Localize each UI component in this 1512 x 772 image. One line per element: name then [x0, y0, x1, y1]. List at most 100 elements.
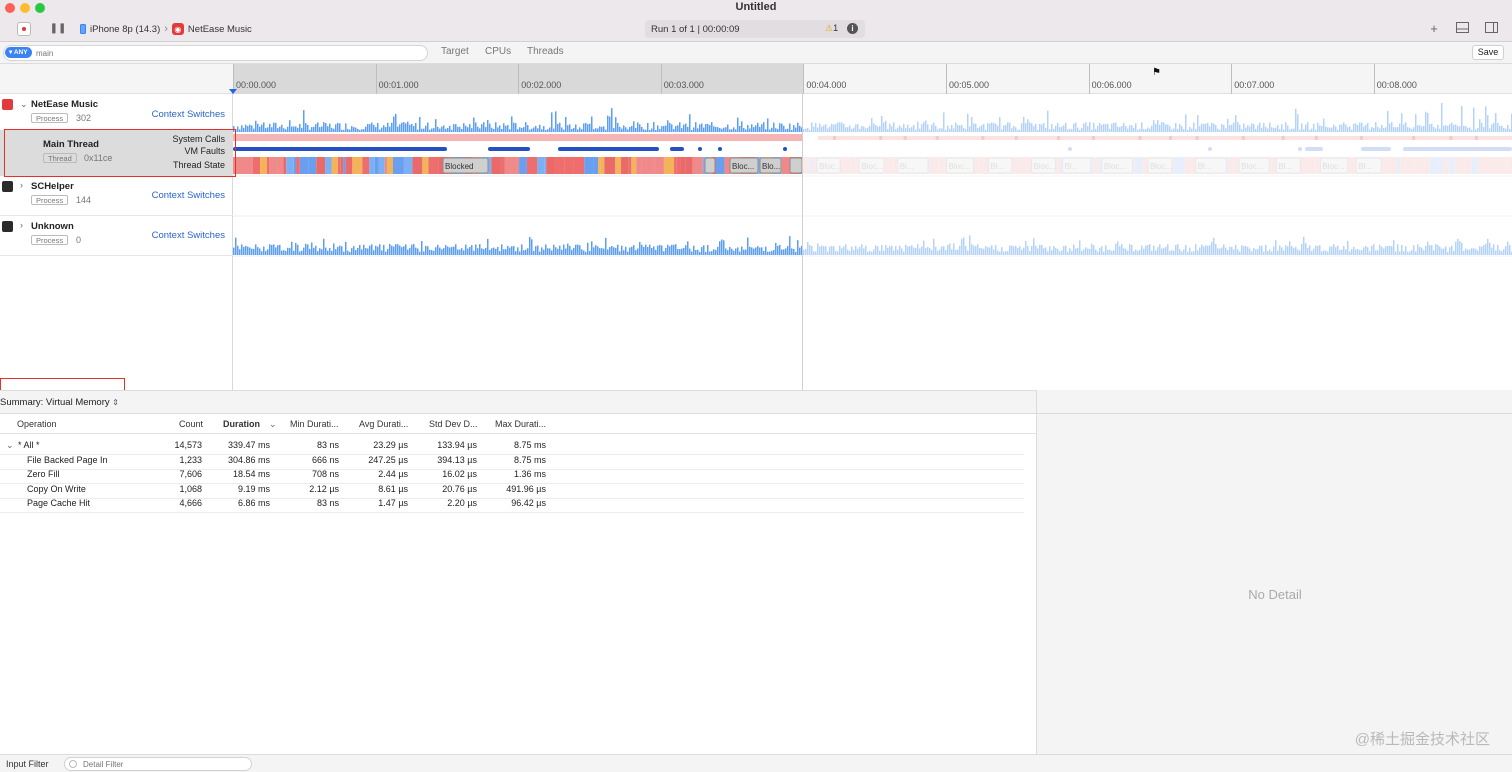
- tab-cpus[interactable]: CPUs: [485, 46, 511, 57]
- track-filter-input[interactable]: [3, 45, 428, 61]
- watermark: @稀土掘金技术社区: [1354, 731, 1490, 748]
- process-name: Unknown: [31, 221, 74, 232]
- value-cell: 1.36 ms: [513, 469, 546, 479]
- column-std-dev-duration[interactable]: Std Dev D...: [429, 419, 478, 429]
- detail-filter-input[interactable]: [64, 757, 252, 771]
- flag-icon[interactable]: ⚑: [1152, 67, 1161, 78]
- thread-state-segment: [428, 157, 439, 174]
- value-cell: 339.47 ms: [227, 440, 270, 450]
- toggle-bottom-panel-icon[interactable]: [1455, 22, 1469, 36]
- value-cell: 23.29 µs: [373, 440, 408, 450]
- summary-selector[interactable]: Summary: Virtual Memory ⇕: [0, 397, 119, 408]
- table-row[interactable]: File Backed Page In 1,233 304.86 ms 666 ns 2…: [0, 455, 1024, 469]
- chevron-right-icon[interactable]: ›: [20, 180, 23, 190]
- thread-state-segment: [652, 157, 655, 174]
- process-badge: Process: [31, 113, 69, 123]
- value-cell: 9.19 ms: [237, 483, 270, 494]
- process-name: SCHelper: [31, 181, 74, 192]
- column-min-duration[interactable]: Min Durati...: [290, 419, 339, 429]
- detail-panel: No Detail: [1036, 390, 1512, 754]
- row-divider: [0, 512, 1024, 513]
- up-down-chevron-icon: ⇕: [112, 398, 119, 407]
- tab-target[interactable]: Target: [441, 46, 469, 57]
- toggle-right-panel-icon[interactable]: [1484, 22, 1498, 36]
- ruler-tick: [1088, 64, 1090, 94]
- ruler-tick: [1373, 64, 1375, 94]
- summary-table: Operation Count Duration ⌄ Min Durati...…: [0, 414, 1036, 754]
- value-cell: 708 ns: [311, 469, 339, 479]
- value-cell: 96.42 µs: [511, 498, 546, 508]
- value-cell: 83 ns: [316, 498, 339, 508]
- chevron-down-icon[interactable]: ⌄: [20, 99, 28, 110]
- ruler-tick: [375, 64, 377, 94]
- thread-state-segment: [674, 157, 677, 174]
- title-bar: Untitled ❚❚ iPhone 8p (14.3) › ◉ NetEase…: [0, 0, 1512, 42]
- column-avg-duration[interactable]: Avg Durati...: [359, 419, 408, 429]
- thread-state-segment: [362, 157, 370, 174]
- context-switches-link[interactable]: Context Switches: [152, 230, 225, 241]
- table-row[interactable]: Copy On Write 1,068 9.19 ms 2.12 µs 8.61 µs 2…: [0, 484, 1024, 498]
- table-row[interactable]: Zero Fill 7,606 18.54 ms 708 ns 2.44 µs 16.02…: [0, 469, 1024, 483]
- context-switches-link[interactable]: Context Switches: [152, 109, 225, 120]
- thread-state-segment: [504, 157, 511, 174]
- detail-header: [1037, 390, 1512, 414]
- track-schelper[interactable]: › SCHelper Process 144 Context Switches: [0, 176, 233, 216]
- value-cell: 2.20 µs: [447, 498, 477, 508]
- timeline-ruler[interactable]: 00:00.000 00:01.000 00:02.000 00:03.000 00:0…: [0, 64, 1512, 94]
- track-graphs[interactable]: BlockedBloc...Blo...Bloc...Bloc...Bl...B…: [233, 94, 1512, 390]
- terminal-icon: [2, 221, 13, 232]
- table-header: Operation Count Duration ⌄ Min Durati...…: [0, 414, 1036, 434]
- target-app-name: NetEase Music: [187, 23, 252, 35]
- device-selector[interactable]: iPhone 8p (14.3) › ◉ NetEase Music: [80, 22, 252, 36]
- any-filter-badge[interactable]: ▾ ANY: [5, 47, 32, 58]
- ruler-tick: [1231, 64, 1233, 94]
- column-duration[interactable]: Duration: [223, 419, 260, 429]
- thread-state-segment: [510, 157, 517, 174]
- add-instrument-icon[interactable]: +: [1427, 22, 1441, 36]
- info-icon[interactable]: i: [847, 23, 858, 34]
- run-status[interactable]: Run 1 of 1 | 00:00:09 ⚠1 i: [645, 20, 865, 38]
- warning-icon: ⚠: [825, 23, 834, 33]
- column-operation[interactable]: Operation: [17, 419, 57, 429]
- thread-state-segment: [544, 157, 547, 174]
- operation-cell: * All *: [18, 440, 40, 450]
- summary-bar: Summary: Virtual Memory ⇕: [0, 390, 1036, 414]
- ruler-tick-label: 00:06.000: [1091, 80, 1132, 90]
- thread-state-segment: [491, 157, 501, 174]
- thread-state-segment: [573, 157, 585, 174]
- sort-chevron-icon[interactable]: ⌄: [269, 419, 277, 430]
- record-button[interactable]: [17, 22, 31, 36]
- table-row[interactable]: ⌄ * All * 14,573 339.47 ms 83 ns 23.29 µs 133.…: [0, 440, 1024, 454]
- column-count[interactable]: Count: [166, 419, 203, 429]
- thread-state-segment: [519, 157, 527, 174]
- filter-icon: [69, 760, 77, 768]
- thread-state-segment: [374, 157, 379, 174]
- table-row[interactable]: Page Cache Hit 4,666 6.86 ms 83 ns 1.47 µs 2.…: [0, 498, 1024, 512]
- blocked-state-label: Blocked: [445, 162, 473, 171]
- value-cell: 6.86 ms: [237, 498, 270, 508]
- summary-selector-label: Summary: Virtual Memory: [0, 397, 110, 408]
- chevron-down-icon[interactable]: ⌄: [6, 440, 14, 451]
- context-switches-link[interactable]: Context Switches: [152, 190, 225, 201]
- pause-button[interactable]: ❚❚: [50, 20, 67, 36]
- chevron-right-icon[interactable]: ›: [20, 220, 23, 230]
- netease-music-icon: ◉: [171, 23, 184, 35]
- warning-indicator[interactable]: ⚠1: [825, 23, 838, 34]
- ruler-tick-label: 00:02.000: [521, 80, 562, 90]
- process-pid: 0: [76, 235, 82, 245]
- ruler-tick-label: 00:04.000: [806, 80, 847, 90]
- save-button[interactable]: Save: [1472, 45, 1504, 60]
- thread-state-segment: [781, 157, 790, 174]
- thread-state-segment: [403, 157, 413, 174]
- tab-threads[interactable]: Threads: [527, 46, 564, 57]
- input-filter-button[interactable]: Input Filter: [6, 759, 49, 769]
- process-badge: Process: [31, 235, 69, 245]
- filter-funnel-icon: ▾: [9, 49, 13, 56]
- column-max-duration[interactable]: Max Durati...: [495, 419, 546, 429]
- track-unknown[interactable]: › Unknown Process 0 Context Switches: [0, 216, 233, 256]
- process-badge: Process: [31, 195, 69, 205]
- thread-state-segment: [293, 157, 297, 174]
- thread-state-segment: [412, 157, 423, 174]
- bottom-filter-bar: Input Filter: [0, 754, 1512, 772]
- thread-state-segment: [378, 157, 385, 174]
